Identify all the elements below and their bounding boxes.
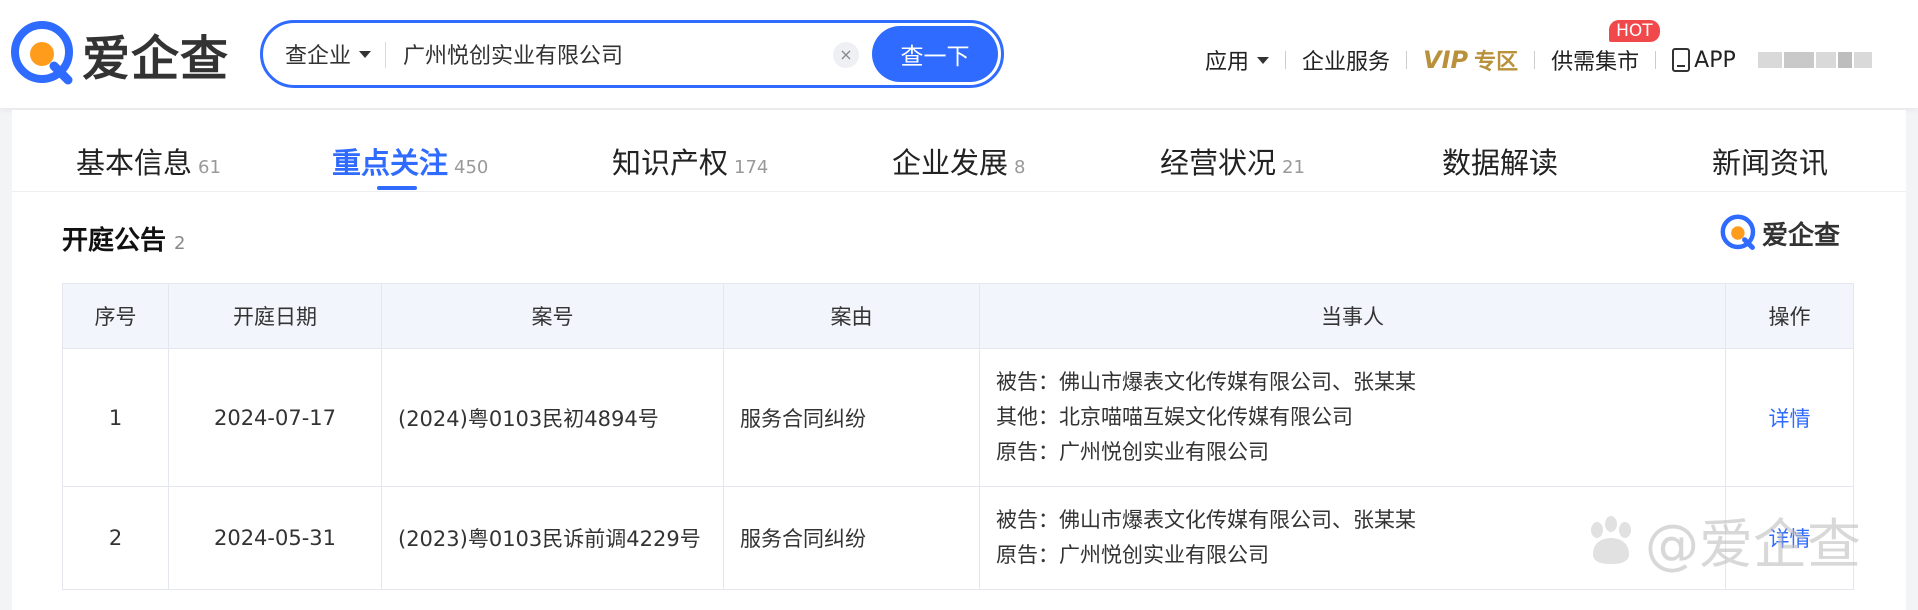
nav-vip-zone[interactable]: VIP 专区 (1423, 44, 1518, 76)
tab-label: 经营状况 (1160, 146, 1277, 180)
column-header: 操作 (1725, 283, 1854, 349)
tab-count: 8 (1014, 157, 1026, 178)
tab-label: 基本信息 (76, 146, 193, 180)
nav-app-label: APP (1694, 47, 1736, 73)
nav-enterprise-service[interactable]: 企业服务 (1302, 44, 1390, 76)
table-header-row: 序号 开庭日期 案号 案由 当事人 操作 (62, 283, 1854, 349)
section-count: 2 (174, 233, 186, 254)
cell-date: 2024-05-31 (168, 486, 382, 590)
active-tab-indicator (377, 186, 417, 190)
tab-label: 重点关注 (332, 146, 449, 180)
tab-count: 21 (1282, 157, 1305, 178)
tab-data-interpretation[interactable]: 数据解读 (1442, 140, 1558, 182)
tab-label: 新闻资讯 (1712, 146, 1829, 180)
brand-logo: 爱企查 (1720, 214, 1840, 252)
column-header: 案号 (381, 283, 724, 349)
tab-operating-status[interactable]: 经营状况 21 (1160, 140, 1305, 182)
tab-count: 61 (198, 157, 221, 178)
search-button[interactable]: 查一下 (872, 26, 998, 82)
tab-label: 数据解读 (1442, 146, 1559, 180)
nav-divider (1285, 51, 1287, 69)
details-link[interactable]: 详情 (1769, 407, 1811, 431)
logo-text: 爱企查 (82, 31, 230, 87)
cell-num: 1 (62, 348, 169, 487)
chevron-down-icon (1257, 56, 1270, 64)
hot-badge: HOT (1609, 20, 1660, 42)
cell-case-no: (2024)粤0103民初4894号 (381, 348, 724, 487)
nav-divider (1655, 51, 1657, 69)
search-divider (385, 42, 386, 68)
brand-text: 爱企查 (1761, 220, 1840, 251)
section-title: 开庭公告 2 (62, 220, 185, 257)
cell-case-no: (2023)粤0103民诉前调4229号 (381, 486, 724, 590)
party-other: 其他：北京喵喵互娱文化传媒有限公司 (996, 405, 1353, 429)
cell-parties: 被告：佛山市爆表文化传媒有限公司、张某某 其他：北京喵喵互娱文化传媒有限公司 原… (979, 348, 1726, 487)
cell-reason: 服务合同纠纷 (723, 486, 980, 590)
tab-news[interactable]: 新闻资讯 (1712, 140, 1828, 182)
nav-supply-market[interactable]: 供需集市 HOT (1551, 20, 1660, 76)
nav-divider (1534, 51, 1536, 69)
tab-count: 174 (734, 157, 769, 178)
cell-date: 2024-07-17 (168, 348, 382, 487)
watermark-text: @爱企查 (1645, 513, 1861, 576)
phone-icon (1672, 48, 1691, 72)
vip-icon: VIP (1423, 46, 1469, 74)
section-title-text: 开庭公告 (62, 226, 167, 256)
tab-label: 知识产权 (612, 146, 729, 180)
search-type-label: 查企业 (285, 44, 352, 69)
column-header: 开庭日期 (168, 283, 382, 349)
chevron-down-icon (359, 50, 372, 58)
watermark: @爱企查 (1583, 500, 1861, 579)
nav-app[interactable]: APP (1672, 48, 1736, 73)
tab-intellectual-property[interactable]: 知识产权 174 (612, 140, 768, 182)
cell-reason: 服务合同纠纷 (723, 348, 980, 487)
cell-action: 详情 (1725, 348, 1854, 487)
logo-icon (1720, 214, 1756, 251)
top-header: 爱企查 查企业 × 查一下 应用 企业服务 VIP 专区 供需集市 HOT (0, 0, 1918, 108)
tab-key-focus[interactable]: 重点关注 450 (332, 140, 488, 182)
user-avatar-blurred[interactable] (1757, 52, 1874, 68)
tab-enterprise-development[interactable]: 企业发展 8 (892, 140, 1025, 182)
logo-icon (10, 20, 78, 88)
party-defendant: 被告：佛山市爆表文化传媒有限公司、张某某 (996, 370, 1416, 394)
paw-icon (1591, 515, 1631, 564)
tab-label: 企业发展 (892, 146, 1009, 180)
column-header: 案由 (723, 283, 980, 349)
column-header: 当事人 (979, 283, 1726, 349)
nav-apps[interactable]: 应用 (1205, 44, 1270, 76)
column-header: 序号 (62, 283, 169, 349)
party-plaintiff: 原告：广州悦创实业有限公司 (996, 440, 1269, 464)
search-bar: 查企业 × 查一下 (260, 20, 1004, 88)
nav-divider (1406, 51, 1408, 69)
table-row: 1 2024-07-17 (2024)粤0103民初4894号 服务合同纠纷 被… (62, 348, 1854, 487)
top-nav: 应用 企业服务 VIP 专区 供需集市 HOT APP (1205, 20, 1874, 80)
nav-vip-label: 专区 (1474, 50, 1519, 75)
search-type-select[interactable]: 查企业 (285, 23, 372, 85)
cell-num: 2 (62, 486, 169, 590)
nav-supply-label: 供需集市 (1551, 50, 1640, 75)
logo[interactable]: 爱企查 (10, 20, 229, 88)
tab-basic-info[interactable]: 基本信息 61 (76, 140, 221, 182)
tab-count: 450 (454, 157, 489, 178)
clear-icon[interactable]: × (833, 42, 859, 68)
nav-apps-label: 应用 (1205, 50, 1250, 75)
tab-bar: 基本信息 61 重点关注 450 知识产权 174 企业发展 8 经营状况 21 数据解读… (12, 110, 1906, 192)
